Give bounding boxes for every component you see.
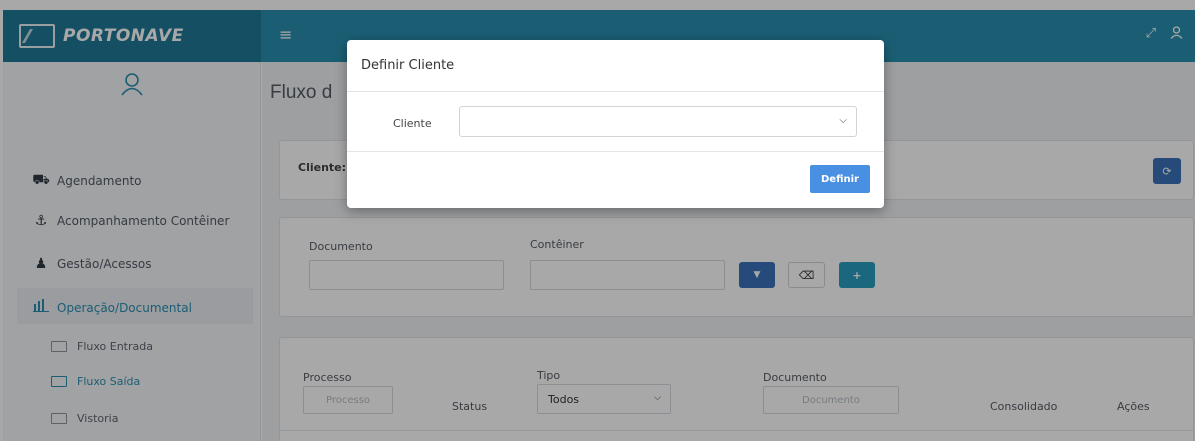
chevron-down-icon: ⌵: [839, 115, 847, 126]
definir-cliente-modal: Definir Cliente Cliente ⌵ Definir: [347, 40, 884, 208]
modal-title: Definir Cliente: [347, 40, 884, 92]
page: PORTONAVE ≡ ⤢ ⛟ Agendamento ⚓ Acompanham…: [0, 0, 1195, 441]
modal-body: Cliente ⌵: [347, 92, 884, 152]
cliente-select[interactable]: ⌵: [459, 106, 857, 137]
cliente-label: Cliente: [393, 117, 432, 130]
definir-button[interactable]: Definir: [810, 165, 870, 193]
